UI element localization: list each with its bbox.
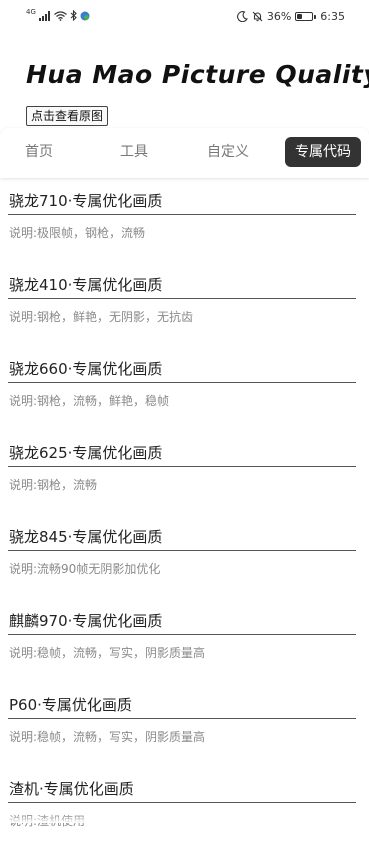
divider [8,466,356,467]
preset-list: 骁龙710·专属优化画质 说明:极限帧，钢枪，流畅 骁龙410·专属优化画质 说… [8,186,356,858]
bluetooth-icon [70,10,77,21]
item-title: 骁龙660·专属优化画质 [9,360,163,378]
divider [8,382,356,383]
list-item[interactable]: 骁龙845·专属优化画质 说明:流畅90帧无阴影加优化 [8,522,356,606]
list-item[interactable]: 麒麟970·专属优化画质 说明:稳帧，流畅，写实，阴影质量高 [8,606,356,690]
battery-percent: 36% [266,10,292,23]
signal-icon [38,10,51,21]
item-description: 说明:钢枪，鲜艳，无阴影，无抗齿 [9,310,194,324]
list-item[interactable]: 骁龙710·专属优化画质 说明:极限帧，钢枪，流畅 [8,186,356,270]
divider [8,802,356,803]
clock: 6:35 [320,10,345,23]
network-label: 4G [26,7,36,16]
item-title: 骁龙845·专属优化画质 [9,528,163,546]
item-title: P60·专属优化画质 [9,696,132,714]
item-title: 骁龙710·专属优化画质 [9,192,163,210]
divider [8,718,356,719]
tab-custom[interactable]: 自定义 [207,141,249,161]
item-title: 麒麟970·专属优化画质 [9,612,163,630]
item-title: 渣机·专属优化画质 [9,780,134,798]
tab-bar: 首页 工具 自定义 专属代码 [0,128,369,178]
list-item[interactable]: P60·专属优化画质 说明:稳帧，流畅，写实，阴影质量高 [8,690,356,774]
list-item[interactable]: 骁龙410·专属优化画质 说明:钢枪，鲜艳，无阴影，无抗齿 [8,270,356,354]
tab-tools[interactable]: 工具 [120,141,148,161]
bottom-fade [0,815,369,823]
app-notification-icon [80,11,90,21]
bell-off-icon [252,11,263,22]
view-original-button[interactable]: 点击查看原图 [26,106,109,126]
divider [8,298,356,299]
wifi-icon [53,10,67,21]
status-bar: 4G 36% 6:35 [0,0,369,34]
item-description: 说明:钢枪，流畅 [9,478,98,492]
tab-home[interactable]: 首页 [25,141,53,161]
divider [8,214,356,215]
tab-exclusive-code[interactable]: 专属代码 [285,137,361,167]
item-description: 说明:流畅90帧无阴影加优化 [9,562,161,576]
moon-icon [236,11,248,22]
battery-icon [295,12,317,21]
item-title: 骁龙625·专属优化画质 [9,444,163,462]
divider [8,550,356,551]
item-description: 说明:稳帧，流畅，写实，阴影质量高 [9,730,206,744]
item-description: 说明:极限帧，钢枪，流畅 [9,226,146,240]
item-description: 说明:稳帧，流畅，写实，阴影质量高 [9,646,206,660]
list-item[interactable]: 骁龙625·专属优化画质 说明:钢枪，流畅 [8,438,356,522]
app-title: Hua Mao Picture Quality [26,60,369,89]
item-title: 骁龙410·专属优化画质 [9,276,163,294]
list-item[interactable]: 骁龙660·专属优化画质 说明:钢枪，流畅，鲜艳，稳帧 [8,354,356,438]
item-description: 说明:钢枪，流畅，鲜艳，稳帧 [9,394,170,408]
divider [8,634,356,635]
